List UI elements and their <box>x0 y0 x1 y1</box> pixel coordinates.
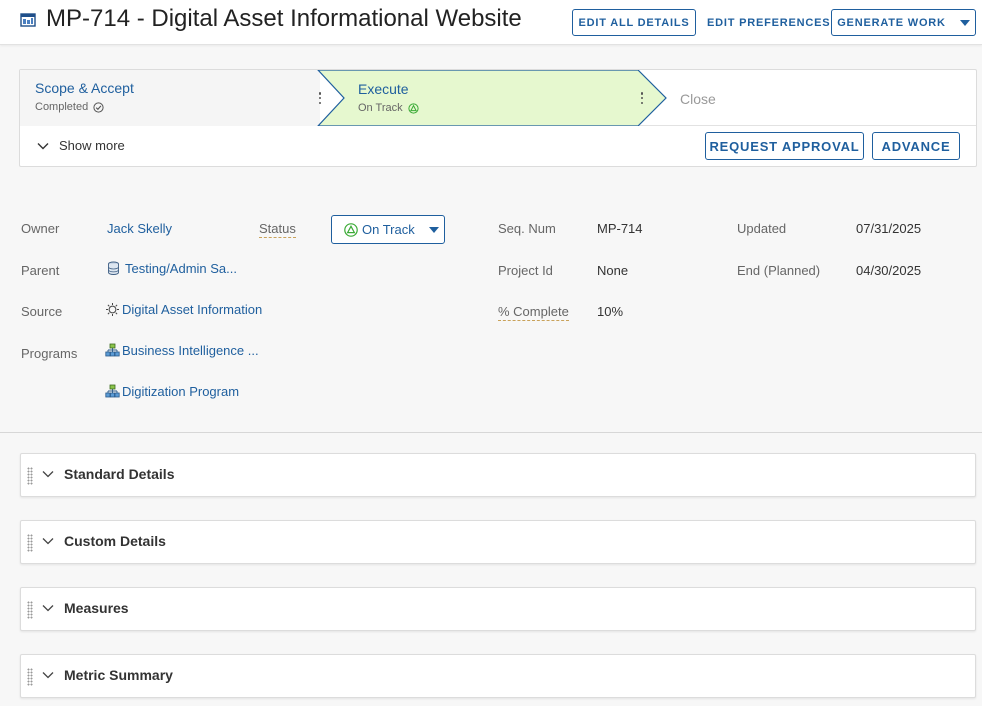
drag-handle-icon[interactable] <box>27 601 33 619</box>
parent-link-label: Testing/Admin Sa... <box>125 261 237 276</box>
project-icon <box>20 13 36 27</box>
status-value: On Track <box>362 222 415 237</box>
section-title: Custom Details <box>64 533 166 549</box>
status-dropdown[interactable]: On Track <box>331 215 445 244</box>
source-link-label: Digital Asset Information <box>122 302 263 317</box>
owner-label: Owner <box>21 221 60 236</box>
request-approval-label: REQUEST APPROVAL <box>709 138 860 154</box>
updated-label: Updated <box>737 221 787 236</box>
chevron-down-icon <box>959 19 970 26</box>
chevron-down-icon <box>42 672 54 679</box>
source-link[interactable]: Digital Asset Information <box>105 302 262 317</box>
generate-work-button[interactable]: GENERATE WORK <box>831 9 976 36</box>
advance-label: ADVANCE <box>881 138 951 154</box>
section-title: Metric Summary <box>64 667 173 683</box>
drag-handle-icon[interactable] <box>27 467 33 485</box>
section-metric-summary[interactable]: Metric Summary <box>20 654 976 698</box>
stage-execute-name[interactable]: Execute <box>358 81 409 97</box>
chevron-down-icon <box>42 471 54 478</box>
section-measures[interactable]: Measures <box>20 587 976 631</box>
database-icon <box>108 261 119 275</box>
source-label: Source <box>21 304 63 319</box>
section-title: Measures <box>64 600 129 616</box>
chevron-down-icon <box>428 226 439 233</box>
page-title: MP-714 - Digital Asset Informational Web… <box>46 5 522 32</box>
chevron-down-icon <box>42 538 54 545</box>
stage-execute-menu-icon[interactable] <box>640 92 644 104</box>
stage-scope-status-label: Completed <box>35 101 89 113</box>
stage-close-name[interactable]: Close <box>680 91 716 107</box>
stage-scope-name[interactable]: Scope & Accept <box>35 80 134 96</box>
section-standard-details[interactable]: Standard Details <box>20 453 976 497</box>
show-more-toggle[interactable]: Show more <box>37 138 125 153</box>
project-id-value: None <box>597 263 629 278</box>
end-planned-value: 04/30/2025 <box>856 263 922 278</box>
stage-card: Scope & Accept Completed Execute On Trac… <box>19 69 977 167</box>
program-hierarchy-icon <box>105 384 120 398</box>
edit-preferences-button[interactable]: EDIT PREFERENCES <box>707 9 830 36</box>
parent-label: Parent <box>21 263 60 278</box>
stage-execute-status: On Track <box>358 102 419 114</box>
percent-complete-value: 10% <box>597 304 624 319</box>
project-id-label: Project Id <box>498 263 553 278</box>
edit-all-details-label: EDIT ALL DETAILS <box>578 16 690 29</box>
status-label: Status <box>259 221 296 238</box>
programs-label: Programs <box>21 346 78 361</box>
on-track-icon <box>344 222 358 237</box>
program-link[interactable]: Digitization Program <box>105 384 239 399</box>
edit-all-details-button[interactable]: EDIT ALL DETAILS <box>572 9 696 36</box>
advance-button[interactable]: ADVANCE <box>872 132 960 160</box>
parent-link[interactable]: Testing/Admin Sa... <box>107 261 237 276</box>
generate-work-label: GENERATE WORK <box>837 16 946 29</box>
edit-preferences-label: EDIT PREFERENCES <box>707 16 831 29</box>
page-header: MP-714 - Digital Asset Informational Web… <box>0 0 982 45</box>
program-hierarchy-icon <box>105 343 120 357</box>
on-track-icon <box>408 102 419 114</box>
drag-handle-icon[interactable] <box>27 668 33 686</box>
owner-link[interactable]: Jack Skelly <box>107 221 172 236</box>
show-more-label: Show more <box>59 138 125 153</box>
stage-progress: Scope & Accept Completed Execute On Trac… <box>20 70 976 126</box>
seq-num-value: MP-714 <box>597 221 643 236</box>
updated-value: 07/31/2025 <box>856 221 922 236</box>
program-link[interactable]: Business Intelligence ... <box>105 343 259 358</box>
end-planned-label: End (Planned) <box>737 263 821 278</box>
section-divider <box>0 432 982 433</box>
percent-complete-label: % Complete <box>498 304 569 321</box>
program-link-label: Business Intelligence ... <box>122 343 259 358</box>
request-approval-button[interactable]: REQUEST APPROVAL <box>705 132 864 160</box>
program-link-label: Digitization Program <box>122 384 240 399</box>
stage-scope-status: Completed <box>35 101 104 113</box>
stage-chevrons <box>20 70 667 126</box>
stage-execute-status-label: On Track <box>358 102 403 114</box>
section-title: Standard Details <box>64 466 175 482</box>
chevron-down-icon <box>42 605 54 612</box>
stage-execute-bg <box>317 70 667 126</box>
seq-num-label: Seq. Num <box>498 221 556 236</box>
stage-scope-menu-icon[interactable] <box>318 92 322 104</box>
chevron-down-icon <box>37 142 49 149</box>
stage-scope-bg <box>20 70 320 126</box>
drag-handle-icon[interactable] <box>27 534 33 552</box>
check-circle-icon <box>93 101 104 113</box>
source-idea-icon <box>106 303 119 316</box>
section-custom-details[interactable]: Custom Details <box>20 520 976 564</box>
